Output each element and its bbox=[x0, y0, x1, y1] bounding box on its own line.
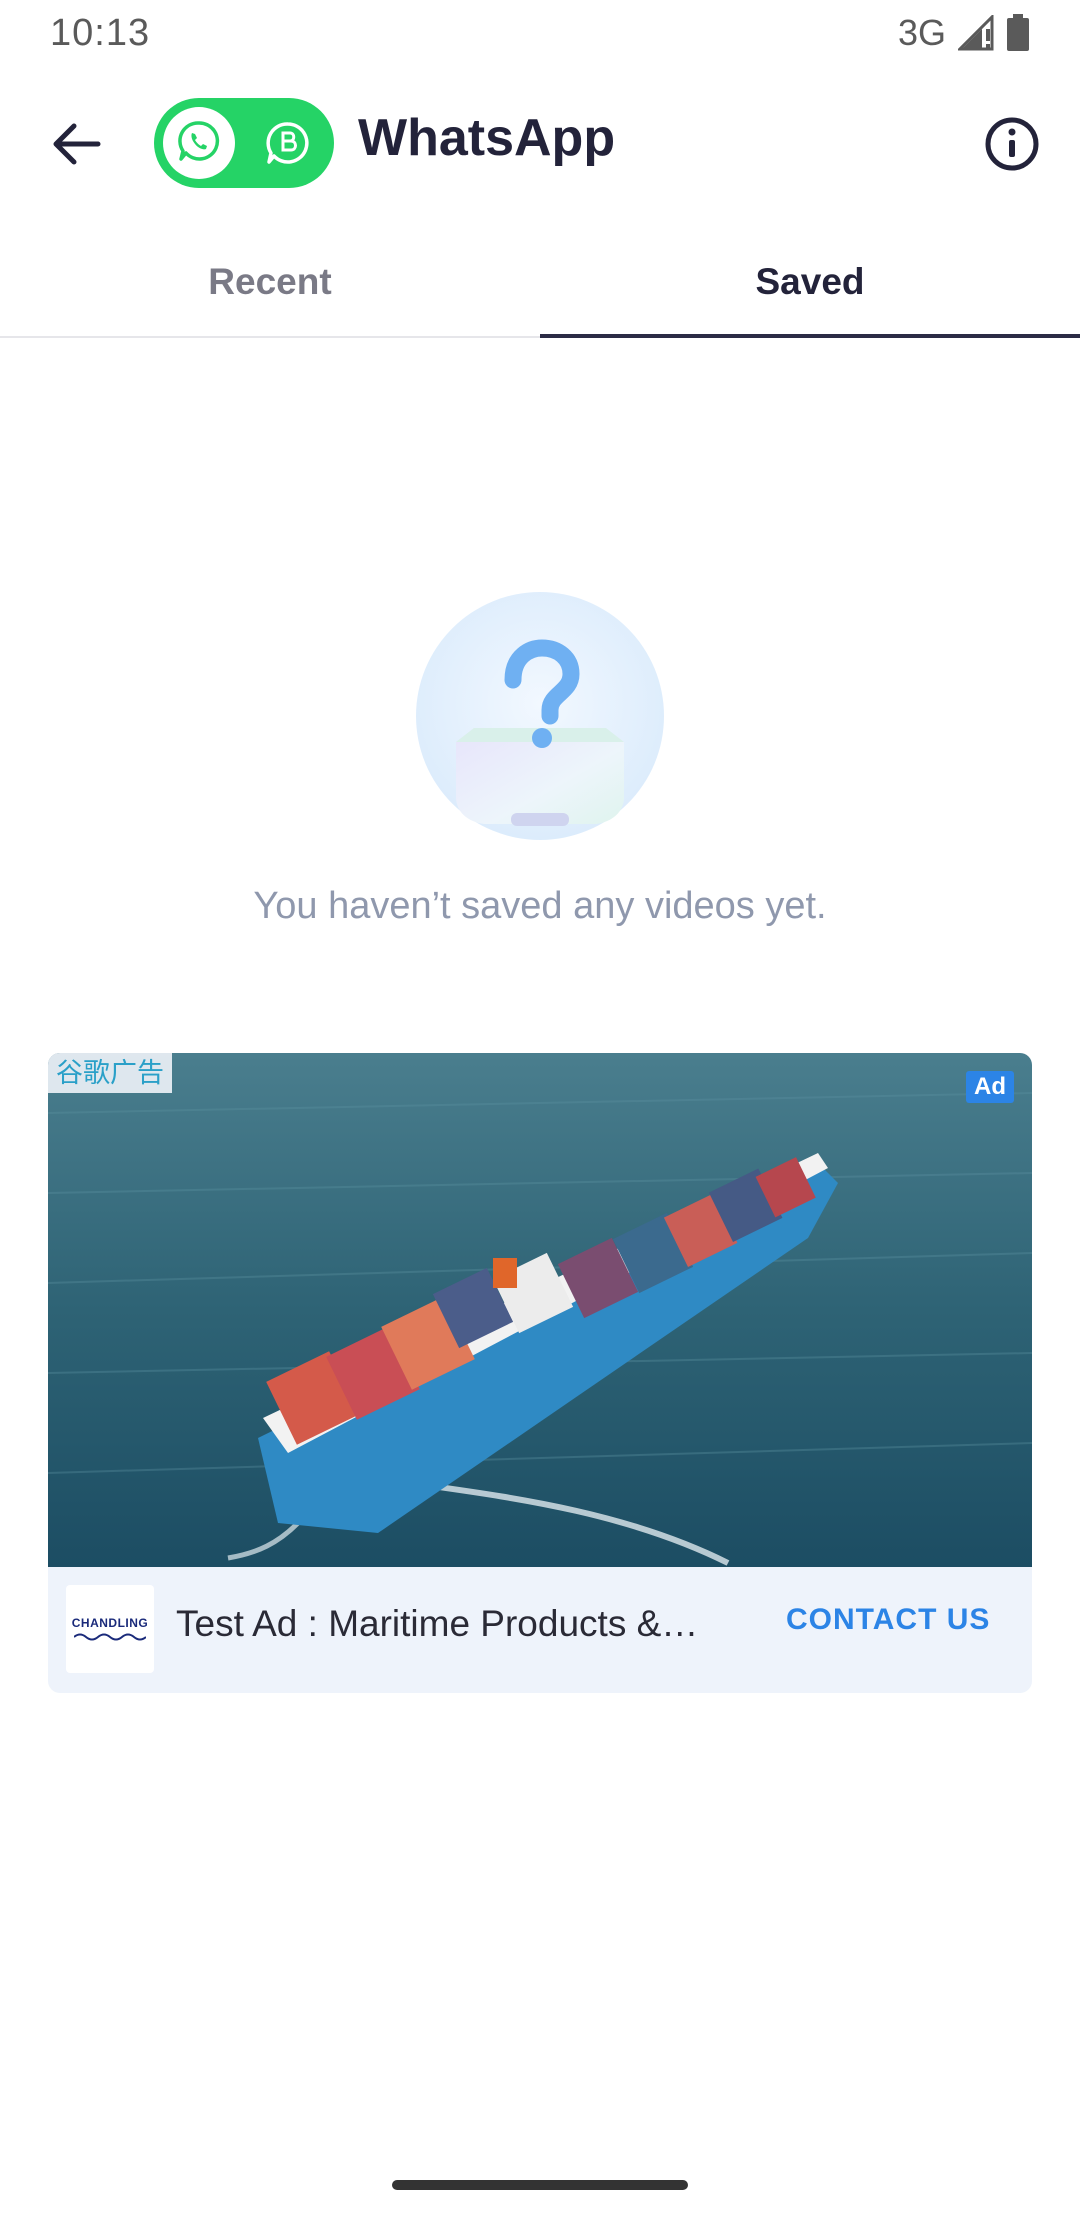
question-box-icon bbox=[416, 592, 664, 840]
home-indicator[interactable] bbox=[392, 2180, 688, 2190]
ad-headline[interactable]: Test Ad : Maritime Products &… bbox=[176, 1603, 736, 1645]
whatsapp-business-icon bbox=[264, 119, 312, 167]
app-switch-toggle[interactable] bbox=[154, 98, 334, 188]
empty-state-message: You haven’t saved any videos yet. bbox=[253, 885, 827, 927]
advertiser-logo: CHANDLING bbox=[66, 1585, 154, 1673]
status-bar: 10:13 3G bbox=[0, 0, 1080, 66]
status-icons: 3G bbox=[898, 12, 1030, 54]
whatsapp-icon bbox=[177, 119, 221, 168]
container-ship-image[interactable] bbox=[48, 1053, 1032, 1567]
arrow-left-icon bbox=[50, 122, 102, 171]
tab-saved[interactable]: Saved bbox=[540, 226, 1080, 338]
ad-network-label: 谷歌广告 bbox=[48, 1053, 172, 1093]
back-button[interactable] bbox=[36, 106, 116, 186]
ad-card[interactable]: 谷歌广告 Ad CHANDLING Test Ad : Maritime Pro… bbox=[48, 1053, 1032, 1693]
tab-bar: Recent Saved bbox=[0, 226, 1080, 338]
advertiser-logo-text: CHANDLING bbox=[71, 1616, 149, 1630]
tab-recent[interactable]: Recent bbox=[0, 226, 540, 338]
contact-us-button[interactable]: CONTACT US bbox=[786, 1603, 990, 1637]
info-button[interactable] bbox=[976, 110, 1048, 182]
tab-indicator bbox=[540, 334, 1080, 338]
ad-badge: Ad bbox=[966, 1071, 1014, 1103]
network-type: 3G bbox=[897, 12, 946, 53]
page-title: WhatsApp bbox=[358, 109, 616, 167]
battery-icon bbox=[1006, 14, 1030, 52]
toggle-knob bbox=[163, 107, 235, 179]
wave-icon bbox=[74, 1633, 146, 1641]
status-time: 10:13 bbox=[50, 11, 151, 54]
app-screen: 10:13 3G WhatsApp Recent Saved You haven… bbox=[0, 0, 1080, 2220]
signal-icon bbox=[958, 15, 994, 51]
ad-footer: CHANDLING Test Ad : Maritime Products &…… bbox=[48, 1567, 1032, 1693]
app-bar: WhatsApp bbox=[0, 86, 1080, 202]
info-icon bbox=[984, 116, 1040, 177]
